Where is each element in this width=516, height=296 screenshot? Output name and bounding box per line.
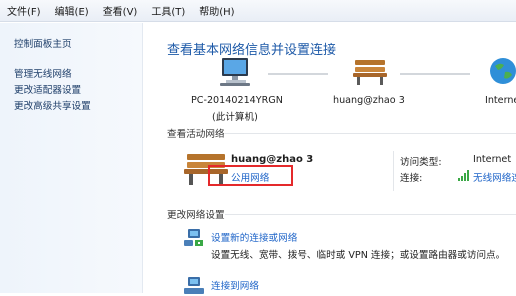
sidebar-item-sharing-settings[interactable]: 更改高级共享设置: [14, 98, 91, 112]
divider: [225, 214, 516, 215]
sidebar: 控制面板主页 管理无线网络 更改适配器设置 更改高级共享设置: [0, 23, 143, 293]
main-panel: 查看基本网络信息并设置连接 PC-20140214YRGN (此计算机) hua…: [143, 23, 516, 294]
menu-tools[interactable]: 工具(T): [151, 3, 185, 18]
menu-edit[interactable]: 编辑(E): [55, 3, 89, 18]
access-type-value: Internet: [473, 154, 512, 165]
divider: [393, 151, 394, 191]
active-networks-title: 查看活动网络: [167, 129, 225, 140]
sidebar-control-panel-home[interactable]: 控制面板主页: [14, 36, 72, 50]
menu-help[interactable]: 帮助(H): [199, 3, 234, 18]
connect-to-network-link[interactable]: 连接到网络: [211, 278, 259, 292]
access-type-label: 访问类型:: [400, 157, 442, 168]
new-connection-icon: [184, 229, 203, 246]
highlight-box: [208, 165, 293, 186]
computer-icon: [220, 58, 250, 86]
setup-new-connection-desc: 设置无线、宽带、拨号、临时或 VPN 连接；或设置路由器或访问点。: [211, 250, 506, 261]
connection-link[interactable]: 无线网络连: [473, 170, 516, 184]
map-connector-2: [400, 73, 470, 75]
signal-strength-icon: [458, 170, 469, 181]
connect-network-icon: [184, 277, 204, 294]
change-settings-title: 更改网络设置: [167, 210, 225, 221]
map-computer-name: PC-20140214YRGN: [191, 95, 283, 106]
map-internet[interactable]: Internet: [485, 95, 516, 106]
active-network-name: huang@zhao 3: [231, 154, 314, 165]
globe-icon: [490, 58, 516, 84]
sidebar-item-manage-wireless[interactable]: 管理无线网络: [14, 66, 72, 80]
map-connector-1: [268, 73, 328, 75]
connection-label: 连接:: [400, 173, 423, 184]
menu-file[interactable]: 文件(F): [7, 3, 41, 18]
bench-icon: [353, 60, 387, 85]
sidebar-item-adapter-settings[interactable]: 更改适配器设置: [14, 82, 81, 96]
map-network-name[interactable]: huang@zhao 3: [333, 95, 405, 106]
divider: [225, 133, 516, 134]
page-title: 查看基本网络信息并设置连接: [167, 43, 337, 58]
menu-bar: 文件(F) 编辑(E) 查看(V) 工具(T) 帮助(H): [0, 0, 516, 22]
map-computer-sub: (此计算机): [212, 112, 258, 123]
menu-view[interactable]: 查看(V): [103, 3, 138, 18]
setup-new-connection-link[interactable]: 设置新的连接或网络: [211, 230, 297, 244]
